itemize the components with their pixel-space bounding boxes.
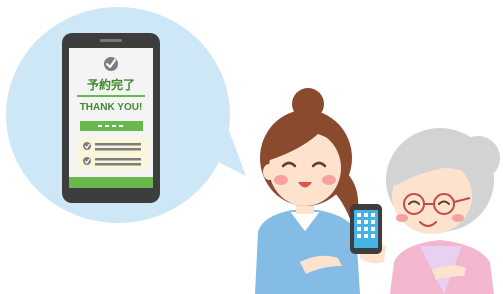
- check-circle-icon: [83, 142, 91, 150]
- smartphone-icon: [350, 204, 382, 254]
- confirmation-phone: 予約完了 THANK YOU!: [62, 33, 160, 203]
- check-circle-icon: [83, 157, 91, 165]
- confirm-button-shape: [80, 121, 143, 131]
- illustration: 予約完了 THANK YOU!: [0, 0, 503, 294]
- elderly-woman-character: [350, 128, 500, 294]
- thank-you-message: THANK YOU!: [80, 102, 143, 113]
- nurse-character: [255, 88, 360, 294]
- reservation-complete-title: 予約完了: [87, 77, 135, 92]
- check-circle-icon: [104, 57, 118, 71]
